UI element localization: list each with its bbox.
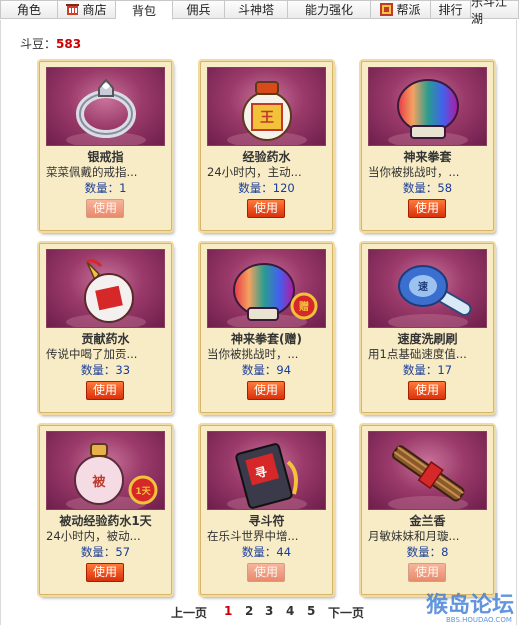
item-name: 寻斗符 bbox=[248, 514, 285, 528]
item-card: 银戒指 菜菜佩戴的戒指... 数量：1 使用 bbox=[39, 61, 172, 231]
item-desc: 传说中喝了加贡... bbox=[46, 347, 138, 361]
page-link-2[interactable]: 2 bbox=[245, 604, 253, 618]
item-desc: 当你被挑战时，... bbox=[368, 165, 460, 179]
tab-tower[interactable]: 斗神塔 bbox=[225, 0, 288, 19]
shop-icon bbox=[66, 3, 80, 16]
page-link-4[interactable]: 4 bbox=[286, 604, 294, 618]
item-qty: 数量：17 bbox=[402, 363, 453, 377]
use-button[interactable]: 使用 bbox=[86, 563, 124, 582]
item-card: 速 速度洗刷刷 用1点基础速度值... 数量：17 使用 bbox=[361, 243, 494, 413]
svg-text:速: 速 bbox=[418, 280, 428, 293]
use-button[interactable]: 使用 bbox=[247, 563, 285, 582]
watermark-logo: 猴岛论坛 BBS.HOUDAO.COM bbox=[424, 588, 519, 625]
tab-enhance[interactable]: 能力强化 bbox=[288, 0, 371, 19]
item-desc: 24小时内，主动... bbox=[207, 165, 302, 179]
item-desc: 在乐斗世界中增... bbox=[207, 529, 299, 543]
item-qty: 数量：33 bbox=[80, 363, 131, 377]
item-name: 神来拳套(赠) bbox=[231, 332, 302, 346]
item-name: 被动经验药水1天 bbox=[59, 514, 152, 528]
tab-jianghu[interactable]: 乐斗江湖 bbox=[471, 0, 519, 26]
item-desc: 用1点基础速度值... bbox=[368, 347, 467, 361]
currency-value: 583 bbox=[56, 37, 82, 51]
page-link-1[interactable]: 1 bbox=[224, 604, 232, 618]
item-qty: 数量：57 bbox=[80, 545, 131, 559]
use-button[interactable]: 使用 bbox=[247, 199, 285, 218]
item-name: 金兰香 bbox=[409, 514, 446, 528]
currency-display: 斗豆：583 bbox=[20, 37, 82, 51]
item-qty: 数量：1 bbox=[84, 181, 127, 195]
item-card: 赠 神来拳套(赠) 当你被挑战时，... 数量：94 使用 bbox=[200, 243, 333, 413]
page-link-5[interactable]: 5 bbox=[307, 604, 315, 618]
page-link-3[interactable]: 3 bbox=[265, 604, 273, 618]
tab-ranking[interactable]: 排行 bbox=[431, 0, 471, 19]
item-qty: 数量：58 bbox=[402, 181, 453, 195]
svg-text:王: 王 bbox=[260, 110, 274, 126]
item-name: 速度洗刷刷 bbox=[397, 332, 458, 346]
item-name: 银戒指 bbox=[87, 150, 124, 164]
use-button[interactable]: 使用 bbox=[86, 381, 124, 400]
tab-mercenary[interactable]: 佣兵 bbox=[173, 0, 225, 19]
item-card: 金兰香 月敏妹妹和月璇... 数量：8 使用 bbox=[361, 425, 494, 595]
contribution-potion-icon bbox=[46, 249, 165, 328]
item-name: 神来拳套 bbox=[403, 150, 452, 164]
tab-backpack[interactable]: 背包 bbox=[116, 0, 173, 20]
svg-text:赠: 赠 bbox=[299, 300, 309, 313]
item-qty: 数量：44 bbox=[241, 545, 292, 559]
svg-text:1天: 1天 bbox=[135, 486, 151, 497]
item-qty: 数量：94 bbox=[241, 363, 292, 377]
use-button[interactable]: 使用 bbox=[408, 563, 446, 582]
use-button[interactable]: 使用 bbox=[408, 199, 446, 218]
item-desc: 24小时内，被动... bbox=[46, 529, 141, 543]
item-card: 王 经验药水 24小时内，主动... 数量：120 使用 bbox=[200, 61, 333, 231]
prev-page-link[interactable]: 上一页 bbox=[171, 604, 207, 621]
next-page-link[interactable]: 下一页 bbox=[328, 604, 364, 621]
svg-text:被: 被 bbox=[91, 474, 106, 490]
passive-exp-potion-icon: 被 1天 bbox=[46, 431, 165, 510]
svg-text:猴岛论坛: 猴岛论坛 bbox=[426, 592, 514, 618]
speed-brush-icon: 速 bbox=[368, 249, 487, 328]
use-button[interactable]: 使用 bbox=[247, 381, 285, 400]
item-name: 贡献药水 bbox=[81, 332, 130, 346]
item-qty: 数量：120 bbox=[238, 181, 295, 195]
svg-text:BBS.HOUDAO.COM: BBS.HOUDAO.COM bbox=[446, 616, 512, 624]
silver-ring-icon bbox=[46, 67, 165, 146]
clan-icon bbox=[380, 3, 394, 16]
item-card: 被 1天 被动经验药水1天 24小时内，被动... 数量：57 使用 bbox=[39, 425, 172, 595]
tab-shop[interactable]: 商店 bbox=[58, 0, 116, 19]
rainbow-glove-gift-icon: 赠 bbox=[207, 249, 326, 328]
exp-potion-icon: 王 bbox=[207, 67, 326, 146]
talisman-icon: 寻 bbox=[207, 431, 326, 510]
use-button[interactable]: 使用 bbox=[86, 199, 124, 218]
item-desc: 菜菜佩戴的戒指... bbox=[46, 165, 138, 179]
incense-icon bbox=[368, 431, 487, 510]
item-name: 经验药水 bbox=[242, 150, 291, 164]
tab-clan[interactable]: 帮派 bbox=[371, 0, 431, 19]
item-card: 贡献药水 传说中喝了加贡... 数量：33 使用 bbox=[39, 243, 172, 413]
tab-role[interactable]: 角色 bbox=[0, 0, 58, 19]
item-qty: 数量：8 bbox=[406, 545, 449, 559]
item-card: 寻 寻斗符 在乐斗世界中增... 数量：44 使用 bbox=[200, 425, 333, 595]
item-desc: 月敏妹妹和月璇... bbox=[368, 529, 460, 543]
rainbow-glove-icon bbox=[368, 67, 487, 146]
item-desc: 当你被挑战时，... bbox=[207, 347, 299, 361]
use-button[interactable]: 使用 bbox=[408, 381, 446, 400]
nav-tabs: 角色 商店 背包 佣兵 斗神塔 能力强化 帮派 排行 乐斗江湖 bbox=[0, 0, 519, 26]
item-card: 神来拳套 当你被挑战时，... 数量：58 使用 bbox=[361, 61, 494, 231]
